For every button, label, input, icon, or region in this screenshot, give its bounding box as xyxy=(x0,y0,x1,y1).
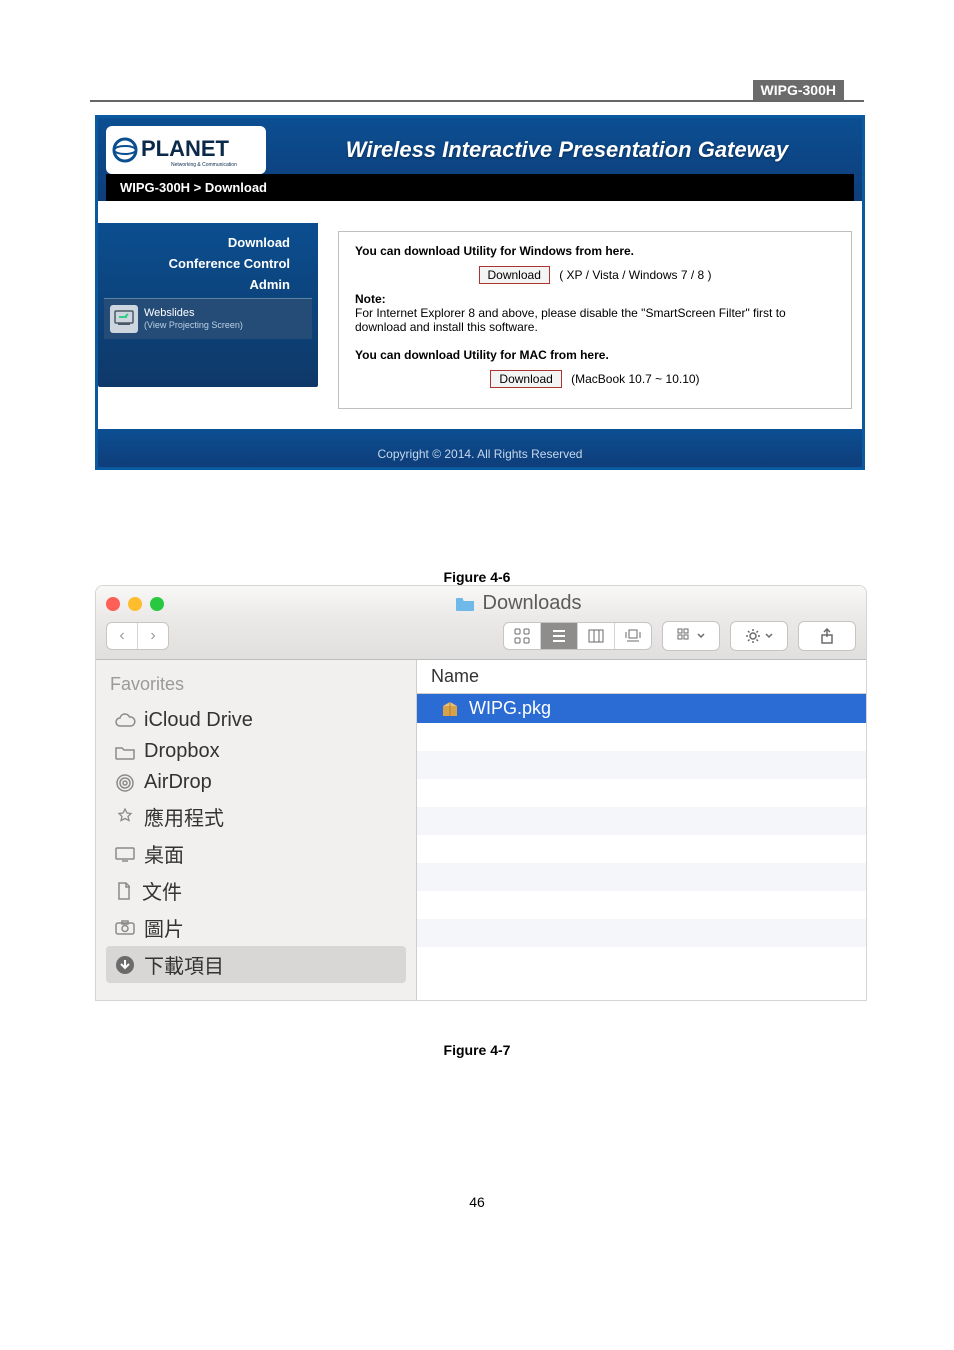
sidebar: Download Conference Control Admin Websli… xyxy=(98,201,318,429)
banner: PLANET Networking & Communication Wirele… xyxy=(98,118,862,201)
note-label: Note: xyxy=(355,292,386,306)
webslides-icon xyxy=(110,305,138,333)
mac-compat: (MacBook 10.7 ~ 10.10) xyxy=(571,372,699,386)
back-button[interactable]: ‹ xyxy=(107,623,137,649)
downloads-icon xyxy=(114,954,136,976)
webslides-title: Webslides xyxy=(144,307,243,319)
sidebar-item-pictures[interactable]: 圖片 xyxy=(106,909,406,946)
svg-text:Networking & Communication: Networking & Communication xyxy=(171,162,237,168)
banner-title: Wireless Interactive Presentation Gatewa… xyxy=(280,137,854,163)
sidebar-item-applications[interactable]: 應用程式 xyxy=(106,798,406,835)
windows-heading: You can download Utility for Windows fro… xyxy=(355,244,634,258)
forward-button[interactable]: › xyxy=(137,623,168,649)
figure-4-7-caption: Figure 4-7 xyxy=(0,1042,954,1058)
sidebar-item-airdrop[interactable]: AirDrop xyxy=(106,767,406,798)
sidebar-item-download[interactable]: Download xyxy=(104,235,312,250)
icon-view-button[interactable] xyxy=(504,623,540,649)
download-mac-button[interactable]: Download xyxy=(490,370,561,388)
file-row[interactable]: WIPG.pkg xyxy=(417,694,866,723)
webslides-button[interactable]: Webslides (View Projecting Screen) xyxy=(104,298,312,339)
page-number: 46 xyxy=(0,1194,954,1210)
router-download-screenshot: PLANET Networking & Communication Wirele… xyxy=(95,115,865,470)
sidebar-item-dropbox[interactable]: Dropbox xyxy=(106,736,406,767)
chevron-down-icon xyxy=(765,632,773,640)
share-icon xyxy=(820,628,834,644)
planet-logo: PLANET Networking & Communication xyxy=(106,126,266,174)
nav-arrows[interactable]: ‹ › xyxy=(106,622,169,650)
copyright: Copyright © 2014. All Rights Reserved xyxy=(98,429,862,467)
close-icon[interactable] xyxy=(106,597,120,611)
finder-window: Downloads ‹ › xyxy=(95,585,867,1001)
note-body: For Internet Explorer 8 and above, pleas… xyxy=(355,306,835,334)
desktop-icon xyxy=(114,845,136,863)
folder-icon xyxy=(455,596,475,612)
package-icon xyxy=(441,700,459,718)
sidebar-item-documents[interactable]: 文件 xyxy=(106,872,406,909)
favorites-header: Favorites xyxy=(106,674,406,695)
window-controls[interactable] xyxy=(106,597,164,611)
breadcrumb: WIPG-300H > Download xyxy=(106,174,854,201)
gear-icon xyxy=(745,628,761,644)
mac-heading: You can download Utility for MAC from he… xyxy=(355,348,609,362)
documents-icon xyxy=(114,881,134,901)
zoom-icon[interactable] xyxy=(150,597,164,611)
action-button[interactable] xyxy=(730,621,788,651)
sidebar-item-icloud[interactable]: iCloud Drive xyxy=(106,705,406,736)
download-windows-button[interactable]: Download xyxy=(479,266,550,284)
sidebar-item-admin[interactable]: Admin xyxy=(104,277,312,292)
download-content: You can download Utility for Windows fro… xyxy=(318,201,862,429)
list-view-button[interactable] xyxy=(540,623,577,649)
column-view-button[interactable] xyxy=(577,623,614,649)
sidebar-item-downloads[interactable]: 下載項目 xyxy=(106,946,406,983)
column-header-name[interactable]: Name xyxy=(417,660,866,694)
sidebar-item-desktop[interactable]: 桌面 xyxy=(106,835,406,872)
finder-sidebar: Favorites iCloud Drive Dropbox AirDrop 應… xyxy=(96,660,417,1000)
model-badge: WIPG-300H xyxy=(753,80,844,100)
file-list: Name WIPG.pkg xyxy=(417,660,866,1000)
folder-icon xyxy=(114,743,136,761)
applications-icon xyxy=(114,807,136,827)
windows-compat: ( XP / Vista / Windows 7 / 8 ) xyxy=(559,268,711,282)
minimize-icon[interactable] xyxy=(128,597,142,611)
window-title: Downloads xyxy=(180,592,856,615)
sidebar-item-conference[interactable]: Conference Control xyxy=(104,256,312,271)
coverflow-view-button[interactable] xyxy=(614,623,651,649)
svg-text:PLANET: PLANET xyxy=(141,136,230,161)
figure-4-6-caption: Figure 4-6 xyxy=(0,569,954,585)
header-rule xyxy=(90,100,864,102)
cloud-icon xyxy=(114,712,136,730)
arrange-button[interactable] xyxy=(662,621,720,651)
airdrop-icon xyxy=(114,773,136,793)
pictures-icon xyxy=(114,919,136,937)
arrange-icon xyxy=(677,628,693,644)
share-button[interactable] xyxy=(798,621,856,651)
chevron-down-icon xyxy=(697,632,705,640)
webslides-subtitle: (View Projecting Screen) xyxy=(144,319,243,331)
view-mode-segment[interactable] xyxy=(503,622,652,650)
